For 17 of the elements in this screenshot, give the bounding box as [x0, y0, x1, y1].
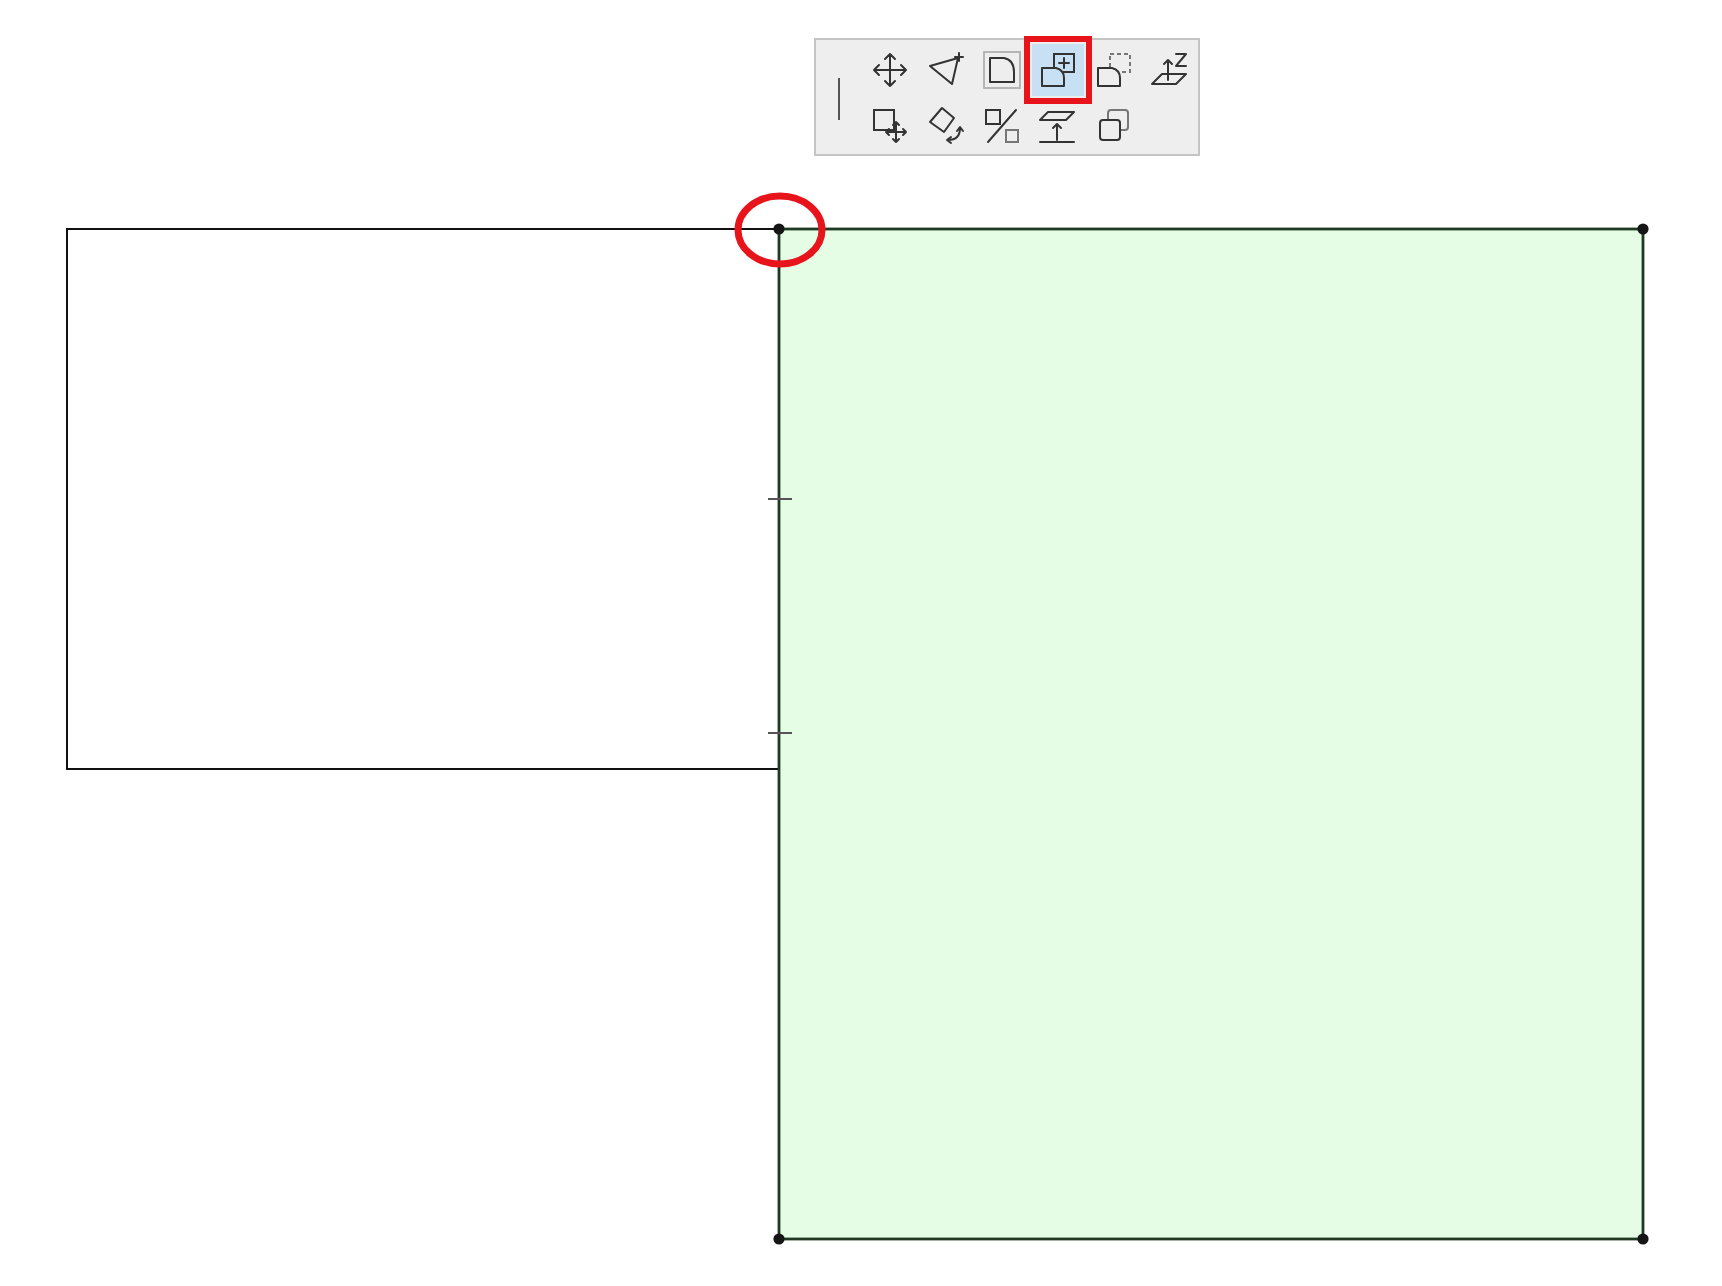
parallelogram-up-arrow-icon: [1038, 106, 1078, 146]
parallelogram-z-icon: [1150, 50, 1190, 90]
corner-handle[interactable]: [773, 1233, 785, 1245]
angle-lines-icon: [926, 50, 966, 90]
dashed-square-icon: [1094, 50, 1134, 90]
corner-handle[interactable]: [773, 223, 785, 235]
rotate-square-icon: [926, 106, 966, 146]
rounded-corner-square-icon: [982, 50, 1022, 90]
split-squares-icon: [982, 106, 1022, 146]
square-plus-icon: [1038, 50, 1078, 90]
overlapping-squares-icon: [1094, 106, 1134, 146]
edge-tick-mark: [767, 732, 793, 734]
corner-handle[interactable]: [1637, 1233, 1649, 1245]
corner-handle[interactable]: [1637, 223, 1649, 235]
square-move-icon: [870, 106, 910, 146]
edge-tick-mark: [767, 498, 793, 500]
four-way-arrow-icon: [870, 50, 910, 90]
